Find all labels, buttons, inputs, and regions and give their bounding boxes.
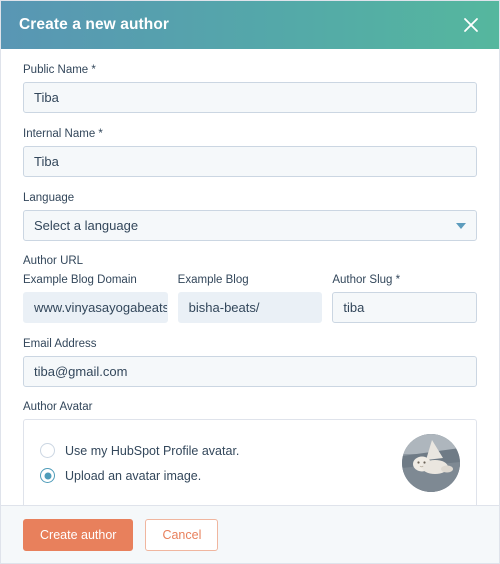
example-blog-label: Example Blog: [177, 274, 249, 286]
create-author-button[interactable]: Create author: [23, 518, 134, 551]
field-author-slug: Author Slug *: [332, 273, 478, 323]
modal-header: Create a new author: [1, 1, 499, 49]
author-avatar-label: Author Avatar: [23, 401, 93, 413]
avatar-radio-group: Use my HubSpot Profile avatar. Upload an…: [40, 443, 239, 483]
field-internal-name: Internal Name *: [23, 127, 477, 177]
language-select-wrapper[interactable]: Select a language: [23, 210, 477, 241]
avatar[interactable]: [402, 434, 460, 492]
internal-name-label: Internal Name *: [23, 128, 103, 140]
email-address-label: Email Address: [23, 338, 97, 350]
author-slug-input[interactable]: [332, 292, 478, 323]
language-select[interactable]: Select a language: [23, 210, 477, 241]
avatar-option-hubspot-profile[interactable]: Use my HubSpot Profile avatar.: [40, 443, 239, 458]
field-email-address: Email Address: [23, 337, 477, 387]
example-blog-value: bisha-beats/: [177, 292, 323, 323]
avatar-option-label: Use my HubSpot Profile avatar.: [65, 443, 240, 458]
internal-name-input[interactable]: [23, 146, 477, 177]
cancel-button[interactable]: Cancel: [145, 518, 219, 551]
email-field[interactable]: [23, 356, 477, 387]
field-language: Language Select a language: [23, 191, 477, 241]
field-author-url: Author URL Example Blog Domain www.vinya…: [23, 255, 478, 323]
author-slug-label: Author Slug *: [332, 274, 401, 286]
modal-body[interactable]: Public Name * Internal Name * Language S…: [1, 49, 499, 505]
public-name-label: Public Name *: [23, 64, 96, 76]
example-blog-domain-label: Example Blog Domain: [23, 274, 137, 286]
author-avatar-box: Use my HubSpot Profile avatar. Upload an…: [23, 419, 477, 505]
radio-selected-icon: [40, 468, 55, 483]
field-example-blog-domain: Example Blog Domain www.vinyasayogabeats…: [23, 273, 168, 323]
language-label: Language: [23, 192, 75, 204]
field-example-blog: Example Blog bisha-beats/: [177, 273, 323, 323]
page-title: Create a new author: [19, 16, 170, 33]
field-public-name: Public Name *: [23, 63, 477, 113]
close-icon[interactable]: [459, 13, 483, 37]
public-name-input[interactable]: [23, 82, 477, 113]
create-author-modal: Create a new author Public Name * Intern…: [0, 0, 500, 564]
modal-footer: Create author Cancel: [1, 505, 499, 563]
avatar-option-label: Upload an avatar image.: [65, 468, 202, 483]
radio-icon: [40, 443, 55, 458]
author-url-row: Example Blog Domain www.vinyasayogabeats…: [23, 273, 478, 323]
author-url-group-label: Author URL: [23, 255, 84, 267]
avatar-option-upload-image[interactable]: Upload an avatar image.: [40, 468, 239, 483]
example-blog-domain-value: www.vinyasayogabeats.c: [23, 292, 168, 323]
field-author-avatar: Author Avatar Use my HubSpot Profile ava…: [23, 401, 477, 505]
